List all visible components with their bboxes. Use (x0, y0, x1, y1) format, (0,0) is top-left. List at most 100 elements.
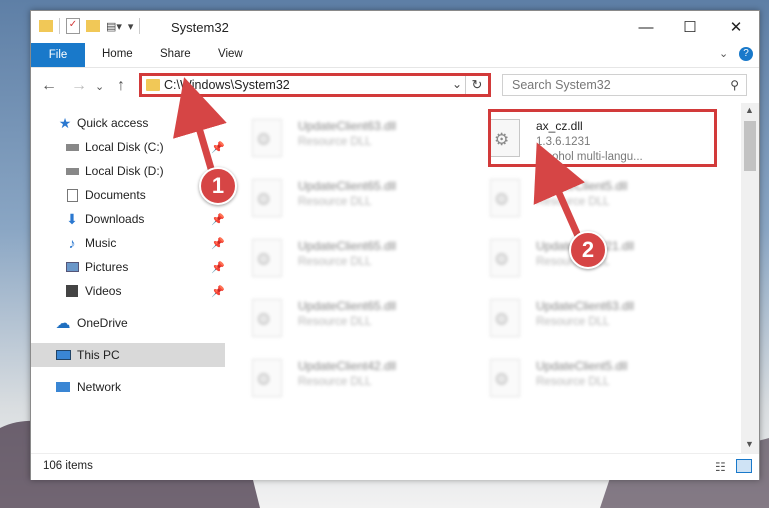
videos-icon (64, 284, 80, 298)
refresh-button[interactable]: ↻ (465, 76, 488, 94)
list-item[interactable]: ⚙ UpdateClient42.dll Resource DLL (238, 351, 468, 405)
sidebar-item-label: Network (77, 380, 122, 394)
file-description: Resource DLL (298, 376, 372, 388)
file-highlight-frame (488, 109, 717, 167)
help-icon[interactable]: ? (739, 47, 753, 61)
dll-file-icon: ⚙ (490, 239, 520, 277)
sidebar-item-onedrive[interactable]: ☁ OneDrive (31, 311, 225, 335)
folder-icon (39, 20, 53, 32)
scrollbar-thumb[interactable] (744, 121, 756, 171)
pin-icon: 📌 (211, 261, 225, 274)
sidebar-item-network[interactable]: Network (31, 375, 225, 399)
sidebar-item-label: This PC (77, 348, 120, 362)
tab-view[interactable]: View (218, 48, 243, 60)
file-name: UpdateClient63.dll (536, 299, 635, 313)
details-view-icon[interactable]: ☷ (715, 460, 726, 474)
list-item[interactable]: ⚙ UpdateClient63.dll Resource DLL (476, 291, 706, 345)
item-count: 106 items (43, 460, 93, 472)
file-description: Resource DLL (298, 196, 372, 208)
pin-icon: 📌 (211, 141, 225, 154)
sidebar-item-label: Pictures (85, 260, 129, 274)
file-name: UpdateClient42.dll (298, 359, 397, 373)
forward-button[interactable]: → (71, 77, 87, 95)
back-button[interactable]: ← (41, 77, 57, 95)
sidebar-item-local-disk-d[interactable]: Local Disk (D:) (31, 159, 225, 183)
scroll-up-icon[interactable]: ▲ (745, 105, 754, 115)
new-folder-icon[interactable] (86, 20, 100, 32)
dll-file-icon: ⚙ (490, 299, 520, 337)
sidebar-item-videos[interactable]: Videos 📌 (31, 279, 225, 303)
large-icons-view-icon[interactable] (736, 459, 752, 473)
address-bar[interactable]: C:\Windows\System32 ⌄ ↻ (139, 73, 491, 97)
sidebar-item-music[interactable]: ♪ Music 📌 (31, 231, 225, 255)
list-item[interactable]: ⚙ UpdateClient65.dll Resource DLL (238, 171, 468, 225)
file-description: Resource DLL (298, 316, 372, 328)
tab-file[interactable]: File (31, 43, 85, 67)
file-description: Resource DLL (536, 316, 610, 328)
navigation-bar: ← → ⌄ ↑ C:\Windows\System32 ⌄ ↻ Search S… (31, 67, 759, 104)
address-path: C:\Windows\System32 (164, 78, 290, 92)
cloud-icon: ☁ (55, 315, 71, 332)
network-icon (55, 380, 71, 394)
list-item[interactable]: ⚙ UpdateClient65.dll Resource DLL (238, 231, 468, 285)
explorer-window: ✓ ▤▾ ▾ System32 — ☐ ✕ File Home Share Vi… (30, 10, 760, 480)
list-item[interactable]: ⚙ UpdateClient5.dll Resource DLL (476, 171, 706, 225)
title-bar: ✓ ▤▾ ▾ System32 — ☐ ✕ (31, 11, 759, 43)
pin-icon: 📌 (211, 285, 225, 298)
minimize-button[interactable]: — (623, 11, 669, 43)
sidebar-item-this-pc[interactable]: This PC (31, 343, 225, 367)
pictures-icon (64, 260, 80, 274)
file-name: UpdateClient5.dll (536, 359, 628, 373)
sidebar-item-local-disk-c[interactable]: Local Disk (C:) 📌 (31, 135, 225, 159)
properties-icon[interactable]: ✓ (66, 18, 80, 34)
sidebar-item-pictures[interactable]: Pictures 📌 (31, 255, 225, 279)
download-icon: ⬇ (66, 210, 78, 227)
file-name: UpdateClient63.dll (298, 119, 397, 133)
search-input[interactable]: Search System32 ⚲ (502, 74, 747, 96)
file-name: UpdateClient65.dll (298, 239, 397, 253)
file-description: Resource DLL (536, 196, 610, 208)
music-icon: ♪ (68, 235, 76, 251)
up-button[interactable]: ↑ (117, 77, 125, 95)
customize-icon[interactable]: ▤▾ (106, 20, 122, 33)
pin-icon: 📌 (211, 237, 225, 250)
pin-icon: 📌 (211, 213, 225, 226)
sidebar-item-label: Music (85, 236, 117, 250)
drive-icon (64, 164, 80, 178)
tab-home[interactable]: Home (102, 48, 133, 60)
window-title: System32 (171, 20, 229, 35)
dll-file-icon: ⚙ (490, 179, 520, 217)
search-icon: ⚲ (730, 78, 739, 92)
sidebar-item-label: Quick access (77, 116, 149, 130)
sidebar-item-label: Local Disk (C:) (85, 140, 164, 154)
chevron-down-icon[interactable]: ▾ (128, 20, 134, 33)
file-description: Resource DLL (298, 136, 372, 148)
list-item[interactable]: ⚙ UpdateClient5.dll Resource DLL (476, 351, 706, 405)
star-icon: ★ (58, 114, 72, 131)
file-name: UpdateClient5.dll (536, 179, 628, 193)
file-name: UpdateClient65.dll (298, 179, 397, 193)
sidebar-item-downloads[interactable]: ⬇ Downloads 📌 (31, 207, 225, 231)
dll-file-icon: ⚙ (252, 119, 282, 157)
list-item[interactable]: ⚙ UpdateClient65.dll Resource DLL (238, 291, 468, 345)
dll-file-icon: ⚙ (252, 299, 282, 337)
vertical-scrollbar[interactable]: ▲ ▼ (741, 103, 759, 453)
scroll-down-icon[interactable]: ▼ (745, 439, 754, 449)
recent-dropdown-icon[interactable]: ⌄ (95, 80, 104, 93)
tab-share[interactable]: Share (160, 48, 191, 60)
search-placeholder: Search System32 (512, 78, 611, 92)
drive-icon (64, 140, 80, 154)
close-button[interactable]: ✕ (713, 11, 759, 43)
sidebar-item-label: Documents (85, 188, 146, 202)
chevron-down-icon[interactable]: ⌄ (452, 77, 462, 91)
file-name: UpdateClient65.dll (298, 299, 397, 313)
step-badge-1: 1 (199, 167, 237, 205)
sidebar-item-quick-access[interactable]: ★ Quick access (31, 111, 225, 135)
expand-ribbon-icon[interactable]: ⌄ (719, 47, 728, 60)
pc-icon (55, 348, 71, 362)
dll-file-icon: ⚙ (490, 359, 520, 397)
sidebar-item-documents[interactable]: Documents (31, 183, 225, 207)
file-description: Resource DLL (298, 256, 372, 268)
maximize-button[interactable]: ☐ (667, 11, 713, 43)
list-item[interactable]: ⚙ UpdateClient63.dll Resource DLL (238, 111, 468, 165)
